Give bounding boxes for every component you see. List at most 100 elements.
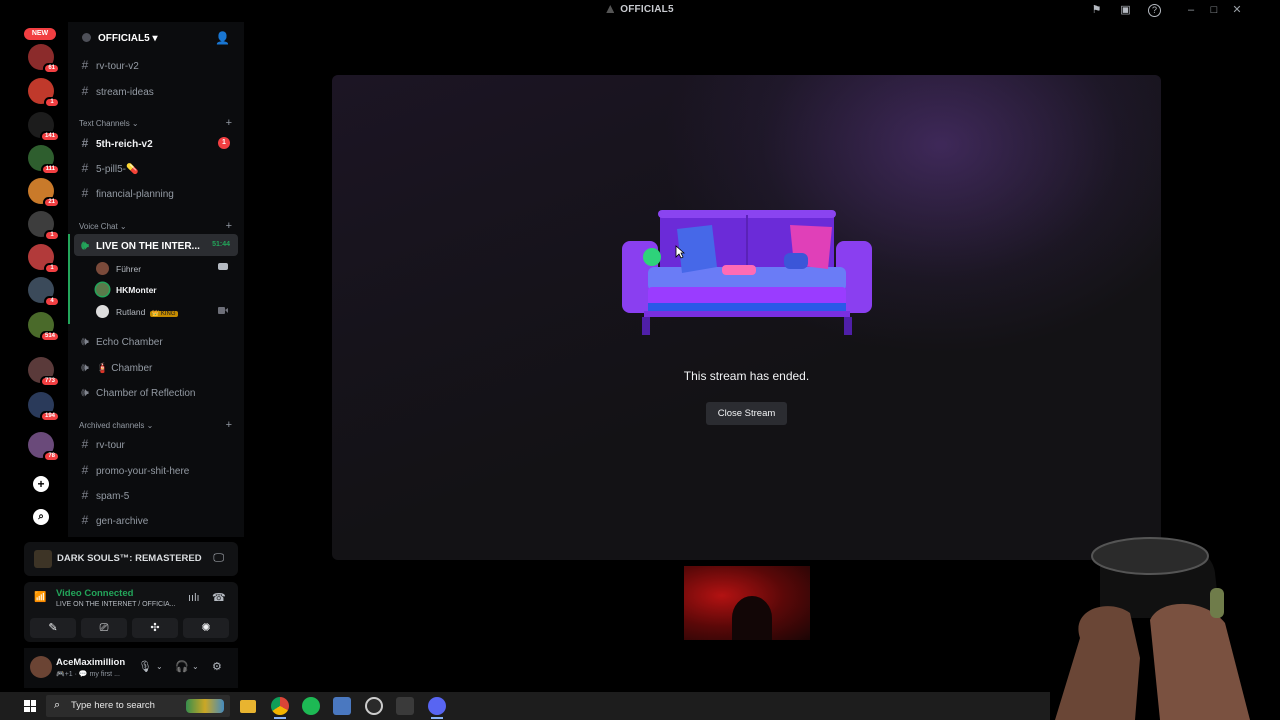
add-server-icon[interactable]: + bbox=[33, 476, 49, 492]
server-icon[interactable]: 21 bbox=[28, 178, 60, 208]
channel-promo[interactable]: # promo-your-shit-here bbox=[74, 459, 238, 481]
settings-gear-icon[interactable]: ⚙ bbox=[212, 660, 222, 673]
server-ping-badge: 61 bbox=[43, 63, 60, 74]
file-explorer-icon[interactable] bbox=[240, 700, 256, 713]
flag-icon[interactable]: ⚑ bbox=[1090, 4, 1103, 17]
voice-channel-chamber[interactable]: 🕪 🧯 Chamber bbox=[74, 356, 238, 378]
channel-gen-archive[interactable]: # gen-archive bbox=[74, 509, 238, 531]
server-icon[interactable]: 141 bbox=[28, 112, 60, 142]
disconnect-icon[interactable]: ☎ bbox=[212, 591, 226, 604]
voice-connection-panel: 📶 Video Connected LIVE ON THE INTERNET /… bbox=[24, 582, 238, 642]
server-header[interactable]: OFFICIAL5 ▾ 👤 bbox=[68, 22, 244, 56]
server-ping-badge: 514 bbox=[39, 331, 60, 342]
channel-rv-tour-v2[interactable]: # rv-tour-v2 bbox=[74, 54, 238, 76]
category-voice-chat[interactable]: Voice Chat ⌄ bbox=[79, 222, 127, 231]
server-ping-badge: 194 bbox=[39, 411, 60, 422]
server-icon[interactable]: 514 bbox=[28, 312, 60, 342]
add-channel-icon[interactable]: + bbox=[226, 419, 232, 431]
user-name[interactable]: AceMaximillion bbox=[56, 657, 125, 668]
activity-panel[interactable]: DARK SOULS™: REMASTERED 🖵 bbox=[24, 542, 238, 576]
category-text-channels[interactable]: Text Channels ⌄ bbox=[79, 119, 139, 128]
spotify-icon[interactable] bbox=[302, 697, 320, 715]
channel-financial-planning[interactable]: # financial-planning bbox=[74, 182, 238, 204]
server-icon[interactable]: 61 bbox=[28, 44, 60, 74]
game-icon bbox=[34, 550, 52, 568]
speaker-icon: 🕪 bbox=[81, 334, 89, 348]
hash-icon: # bbox=[81, 437, 89, 451]
app-icon[interactable] bbox=[333, 697, 351, 715]
channel-rv-tour[interactable]: # rv-tour bbox=[74, 433, 238, 455]
hash-icon: # bbox=[81, 463, 89, 477]
webcam-overlay bbox=[1055, 537, 1250, 720]
channel-sidebar: OFFICIAL5 ▾ 👤 # rv-tour-v2 # stream-ideas … bbox=[68, 22, 244, 537]
inbox-icon[interactable]: ▣ bbox=[1119, 4, 1132, 17]
speaker-icon: 🕪 bbox=[81, 385, 89, 399]
voice-user-hkmonter[interactable]: HKMonter bbox=[96, 281, 157, 299]
window-title: OFFICIAL5 bbox=[0, 4, 1280, 15]
add-channel-icon[interactable]: + bbox=[226, 117, 232, 129]
maximize-button[interactable]: □ bbox=[1207, 3, 1221, 17]
share-screen-button[interactable]: ⎚ bbox=[81, 618, 127, 638]
noise-suppression-icon[interactable]: ıılı bbox=[188, 592, 200, 604]
obs-icon[interactable] bbox=[365, 697, 383, 715]
channel-5th-reich-v2[interactable]: #5th-reich-v2 1 bbox=[74, 132, 238, 154]
soundboard-button[interactable]: ✺ bbox=[183, 618, 229, 638]
voice-channel-path[interactable]: LIVE ON THE INTERNET / OFFICIA... bbox=[56, 601, 176, 608]
server-icon[interactable]: 194 bbox=[28, 392, 60, 422]
microphone-icon[interactable]: 🎙 bbox=[138, 660, 152, 673]
user-status: 🎮+1 · 💬 my first ... bbox=[56, 671, 120, 678]
server-icon[interactable]: 1 bbox=[28, 244, 60, 274]
mention-badge: 1 bbox=[218, 137, 230, 149]
chat-icon bbox=[218, 263, 228, 270]
taskbar-search-box[interactable]: ⌕ Type here to search bbox=[46, 695, 230, 717]
voice-active-indicator bbox=[68, 234, 70, 324]
game-launcher-icon[interactable] bbox=[396, 697, 414, 715]
camera-off-button[interactable]: ✎ bbox=[30, 618, 76, 638]
stream-screen-icon[interactable]: 🖵 bbox=[213, 552, 224, 565]
voice-channel-live[interactable]: 🕪 LIVE ON THE INTER... 51:44 bbox=[74, 234, 238, 256]
server-icon[interactable]: 111 bbox=[28, 145, 60, 175]
minimize-button[interactable]: – bbox=[1184, 3, 1198, 17]
hash-icon: # bbox=[81, 58, 89, 72]
voice-channel-chamber-of-reflection[interactable]: 🕪 Chamber of Reflection bbox=[74, 381, 238, 403]
add-channel-icon[interactable]: + bbox=[226, 220, 232, 232]
self-video-thumbnail[interactable] bbox=[684, 566, 810, 640]
close-stream-button[interactable]: Close Stream bbox=[706, 402, 787, 425]
channel-5-pill5[interactable]: #5-pill5-💊 bbox=[74, 157, 238, 179]
help-icon[interactable]: ? bbox=[1148, 4, 1161, 17]
hash-icon: # bbox=[81, 513, 89, 527]
server-icon[interactable]: 1 bbox=[28, 211, 60, 241]
user-avatar[interactable] bbox=[30, 656, 52, 678]
discord-icon[interactable] bbox=[428, 697, 446, 719]
server-icon[interactable]: 1 bbox=[28, 78, 60, 108]
category-archived-channels[interactable]: Archived channels ⌄ bbox=[79, 421, 153, 430]
close-window-button[interactable]: ✕ bbox=[1230, 3, 1244, 17]
voice-user-fuhrer[interactable]: Führer bbox=[96, 260, 228, 278]
user-panel: AceMaximillion 🎮+1 · 💬 my first ... 🎙 ⌄ … bbox=[24, 648, 238, 688]
voice-user-rutland[interactable]: Rutland 👑 KING bbox=[96, 303, 228, 321]
game-name: DARK SOULS™: REMASTERED bbox=[57, 553, 202, 564]
search-icon: ⌕ bbox=[54, 699, 61, 711]
server-icon[interactable]: 4 bbox=[28, 277, 60, 307]
windows-taskbar: ⌕ Type here to search bbox=[0, 692, 1050, 720]
voice-channel-echo-chamber[interactable]: 🕪 Echo Chamber bbox=[74, 330, 238, 352]
server-icon[interactable]: 78 bbox=[28, 432, 60, 462]
voice-status[interactable]: Video Connected bbox=[56, 588, 133, 599]
voice-timer: 51:44 bbox=[212, 241, 230, 248]
chevron-down-icon[interactable]: ⌄ bbox=[192, 662, 199, 671]
channel-stream-ideas[interactable]: # stream-ideas bbox=[74, 80, 238, 102]
windows-start-icon[interactable] bbox=[24, 700, 36, 712]
server-icon[interactable]: 773 bbox=[28, 357, 60, 387]
discover-icon[interactable]: ⌕ bbox=[33, 509, 49, 525]
activities-button[interactable]: ✣ bbox=[132, 618, 178, 638]
search-placeholder: Type here to search bbox=[71, 700, 155, 711]
channel-spam-5[interactable]: # spam-5 bbox=[74, 484, 238, 506]
server-ping-badge: 773 bbox=[39, 376, 60, 387]
headphones-icon[interactable]: 🎧 bbox=[175, 660, 189, 673]
server-ping-badge: 111 bbox=[40, 164, 60, 175]
invite-icon[interactable]: 👤 bbox=[215, 31, 230, 45]
signal-icon[interactable]: 📶 bbox=[34, 592, 46, 603]
chrome-icon[interactable] bbox=[271, 697, 289, 719]
camera-icon bbox=[218, 307, 228, 314]
chevron-down-icon[interactable]: ⌄ bbox=[156, 662, 163, 671]
